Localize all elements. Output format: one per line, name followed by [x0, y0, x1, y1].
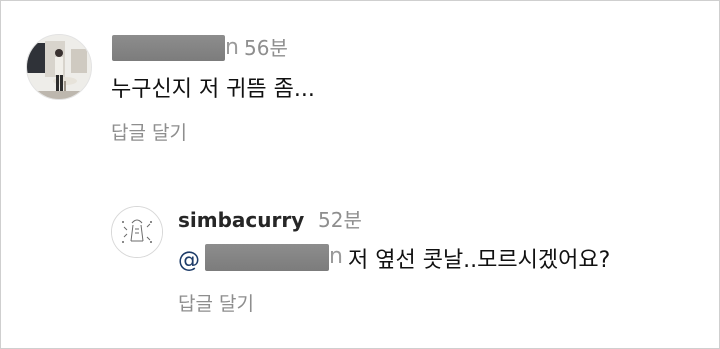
comment-thread: n 56분 누구신지 저 귀뜸 좀... 답글 달기 simbacurry 52…	[0, 0, 720, 349]
redacted-username: n	[112, 35, 239, 61]
comment-time[interactable]: 52분	[318, 210, 362, 230]
redacted-mention[interactable]: n	[205, 244, 343, 271]
comment-time[interactable]: 56분	[244, 38, 288, 58]
comment-text: 누구신지 저 귀뜸 좀...	[111, 77, 315, 102]
reply-button[interactable]: 답글 달기	[111, 124, 187, 143]
avatar[interactable]	[26, 34, 92, 100]
profile-logo-icon	[112, 207, 162, 257]
avatar[interactable]	[111, 206, 163, 258]
profile-photo-icon	[27, 35, 91, 99]
comment-username[interactable]: simbacurry	[178, 210, 304, 230]
comment-text: 저 옆선 콧날..모르시겠어요?	[348, 248, 611, 273]
reply-button[interactable]: 답글 달기	[178, 295, 254, 314]
mention-at-symbol[interactable]: @	[178, 250, 200, 272]
